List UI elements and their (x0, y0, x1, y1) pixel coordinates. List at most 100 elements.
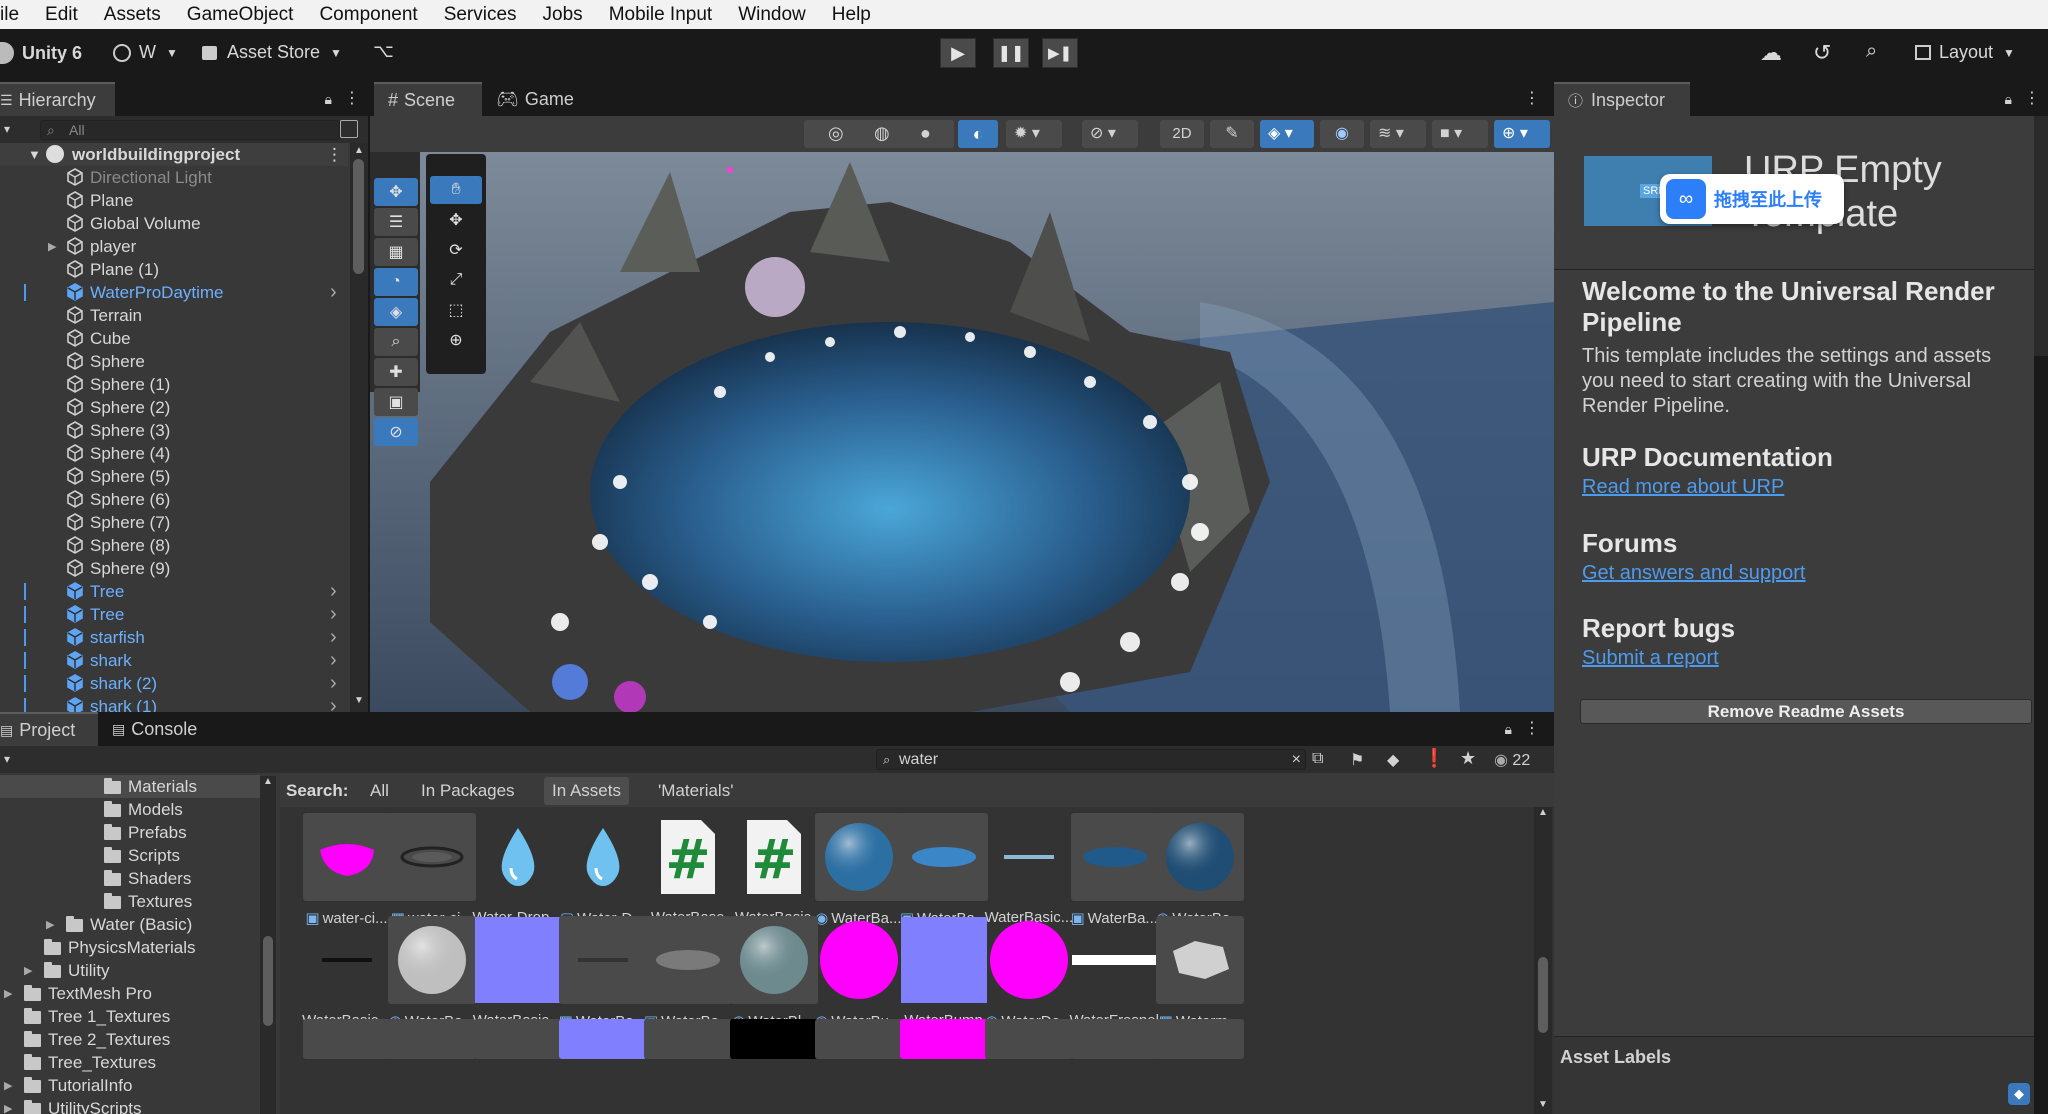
remove-readme-button[interactable]: Remove Readme Assets (1580, 699, 2032, 724)
folder-item[interactable]: ▶ TextMesh Pro (0, 982, 260, 1005)
menu-help[interactable]: Help (832, 4, 871, 26)
folder-item[interactable]: Tree 2_Textures (0, 1028, 260, 1051)
filter-materials[interactable]: 'Materials' (658, 781, 733, 801)
asset-thumbnail[interactable] (303, 1019, 391, 1059)
hierarchy-scrollbar[interactable]: ▲ ▼ (350, 143, 368, 713)
inspector-scrollbar[interactable] (2034, 116, 2048, 356)
hierarchy-item[interactable]: Sphere (7) (0, 511, 348, 534)
menu-jobs[interactable]: Jobs (543, 4, 583, 26)
search-by-type-icon[interactable]: ⧉ (1312, 750, 1323, 768)
tag-icon[interactable]: ◆ (2008, 1083, 2030, 1105)
rect-tool-icon[interactable]: ⬚ (430, 296, 482, 324)
lighting-toggle-icon[interactable]: ✎ (1210, 120, 1254, 148)
lock-icon[interactable]: 🔒︎ (1505, 721, 1512, 738)
compass-icon[interactable]: ⊘ ▾ (1082, 120, 1138, 148)
version-control-icon[interactable]: ⌥ (373, 41, 394, 62)
hierarchy-item[interactable]: shark › (0, 649, 348, 672)
orbit-icon[interactable]: ◔ (374, 268, 418, 296)
hierarchy-search-input[interactable]: ⌕ All (40, 120, 340, 140)
unity-version-button[interactable]: Unity 6 (0, 42, 82, 64)
chevron-right-icon[interactable]: › (330, 649, 337, 672)
account-dropdown[interactable]: W ▼ (113, 42, 178, 63)
menu-gameobject[interactable]: GameObject (187, 4, 294, 26)
asset-thumbnail[interactable] (814, 1019, 903, 1059)
chevron-right-icon[interactable]: › (330, 281, 337, 304)
filter-in-packages[interactable]: In Packages (421, 781, 515, 801)
folder-item[interactable]: Materials (0, 775, 260, 798)
asset-thumbnail[interactable] (985, 1019, 1074, 1059)
step-button[interactable]: ▶❚ (1042, 38, 1078, 68)
chevron-right-icon[interactable]: › (330, 603, 337, 626)
create-dropdown[interactable]: ▾ (4, 752, 10, 766)
camera-icon[interactable]: ■ ▾ (1432, 120, 1488, 148)
menu-window[interactable]: Window (738, 4, 806, 26)
move-tool-icon[interactable]: ✥ (430, 206, 482, 234)
cloud-icon[interactable]: ☁ (1760, 40, 1782, 66)
hierarchy-item[interactable]: ▶ player (0, 235, 348, 258)
layers-icon[interactable]: ◈ ▾ (1260, 120, 1314, 148)
hierarchy-item[interactable]: Sphere (9) (0, 557, 348, 580)
camera-tool-icon[interactable]: ▣ (374, 388, 418, 416)
menu-mobile-input[interactable]: Mobile Input (609, 4, 713, 26)
move-tool-icon[interactable]: ✥ (374, 178, 418, 206)
tab-project[interactable]: ▤ Project (0, 712, 98, 746)
search-options-icon[interactable] (340, 120, 358, 138)
asset-thumbnail[interactable] (473, 1019, 562, 1059)
folder-scroll-thumb[interactable] (263, 936, 273, 1026)
folder-item[interactable]: Tree 1_Textures (0, 1005, 260, 1028)
scene-root-row[interactable]: ▼ worldbuildingproject ⋮ (0, 143, 348, 166)
hierarchy-item[interactable]: shark (2) › (0, 672, 348, 695)
hierarchy-item[interactable]: Plane (0, 189, 348, 212)
expand-arrow-icon[interactable]: ▶ (4, 1079, 12, 1092)
asset-thumbnail[interactable] (900, 1019, 989, 1059)
hierarchy-item[interactable]: Sphere (3) (0, 419, 348, 442)
search-icon[interactable]: ⌕ (1866, 40, 1877, 63)
folder-item[interactable]: Shaders (0, 867, 260, 890)
layers-tool-icon[interactable]: ◈ (374, 298, 418, 326)
folder-item[interactable]: ▶ Utility (0, 959, 260, 982)
hierarchy-item[interactable]: Sphere (8) (0, 534, 348, 557)
play-button[interactable]: ▶ (940, 38, 976, 68)
hidden-packages-toggle[interactable]: ◉ 22 (1494, 750, 1530, 770)
tab-hierarchy[interactable]: ☰ Hierarchy (0, 82, 115, 116)
layout-dropdown[interactable]: Layout ▼ (1915, 42, 2015, 63)
hand-tool-icon[interactable]: ✋︎ (430, 176, 482, 204)
folder-item[interactable]: Prefabs (0, 821, 260, 844)
expand-arrow-icon[interactable]: ▶ (46, 918, 54, 931)
lit-mode-icon[interactable]: ◐ (958, 120, 998, 148)
folder-item[interactable]: Textures (0, 890, 260, 913)
hierarchy-item[interactable]: Plane (1) (0, 258, 348, 281)
compass-tool-icon[interactable]: ⊘ (374, 418, 418, 446)
shaded-sphere-icon[interactable]: ● (920, 123, 931, 144)
hierarchy-item[interactable]: Tree › (0, 580, 348, 603)
menu-assets[interactable]: Assets (104, 4, 161, 26)
debug-bug-icon[interactable]: ✹ ▾ (1006, 120, 1062, 148)
folder-item[interactable]: Tree_Textures (0, 1051, 260, 1074)
folder-item[interactable]: Scripts (0, 844, 260, 867)
lock-icon[interactable]: 🔒︎ (2005, 91, 2012, 108)
gizmos-icon[interactable]: ⊕ ▾ (1494, 120, 1550, 148)
tab-inspector[interactable]: ⓘ Inspector (1554, 82, 1690, 116)
assets-scrollbar[interactable]: ▲ ▼ (1534, 807, 1552, 1114)
more-options-icon[interactable]: ⋮ (1524, 718, 1540, 738)
hierarchy-item[interactable]: starfish › (0, 626, 348, 649)
hierarchy-item[interactable]: Sphere (5) (0, 465, 348, 488)
clear-search-icon[interactable]: × (1292, 750, 1301, 769)
zoom-icon[interactable]: ⌕ (374, 328, 418, 356)
menu-services[interactable]: Services (444, 4, 517, 26)
forums-link[interactable]: Get answers and support (1582, 562, 1805, 585)
warning-icon[interactable]: ❗ (1423, 748, 1445, 769)
tab-game[interactable]: 🎮︎ Game (482, 82, 588, 116)
create-dropdown[interactable]: ▾ (4, 122, 10, 136)
pause-button[interactable]: ❚❚ (993, 38, 1029, 68)
scene-viewport[interactable]: ✥ ☰ ▦ ◔ ◈ ⌕ ✚ ▣ ⊘ ✋︎ ✥ ⟳ ⤢ ⬚ ⊕ (370, 152, 1554, 712)
transform-tool-icon[interactable]: ⊕ (430, 326, 482, 354)
folder-item[interactable]: ▶ UtilityScripts (0, 1097, 260, 1114)
folder-item[interactable]: Models (0, 798, 260, 821)
visibility-eye-icon[interactable]: ◉ (1320, 120, 1364, 148)
hierarchy-item[interactable]: WaterProDaytime › (0, 281, 348, 304)
tab-scene[interactable]: # Scene (374, 82, 482, 116)
project-search-input[interactable]: ⌕ water × (876, 749, 1306, 770)
hierarchy-item[interactable]: Directional Light (0, 166, 348, 189)
hierarchy-scroll-thumb[interactable] (353, 159, 364, 274)
